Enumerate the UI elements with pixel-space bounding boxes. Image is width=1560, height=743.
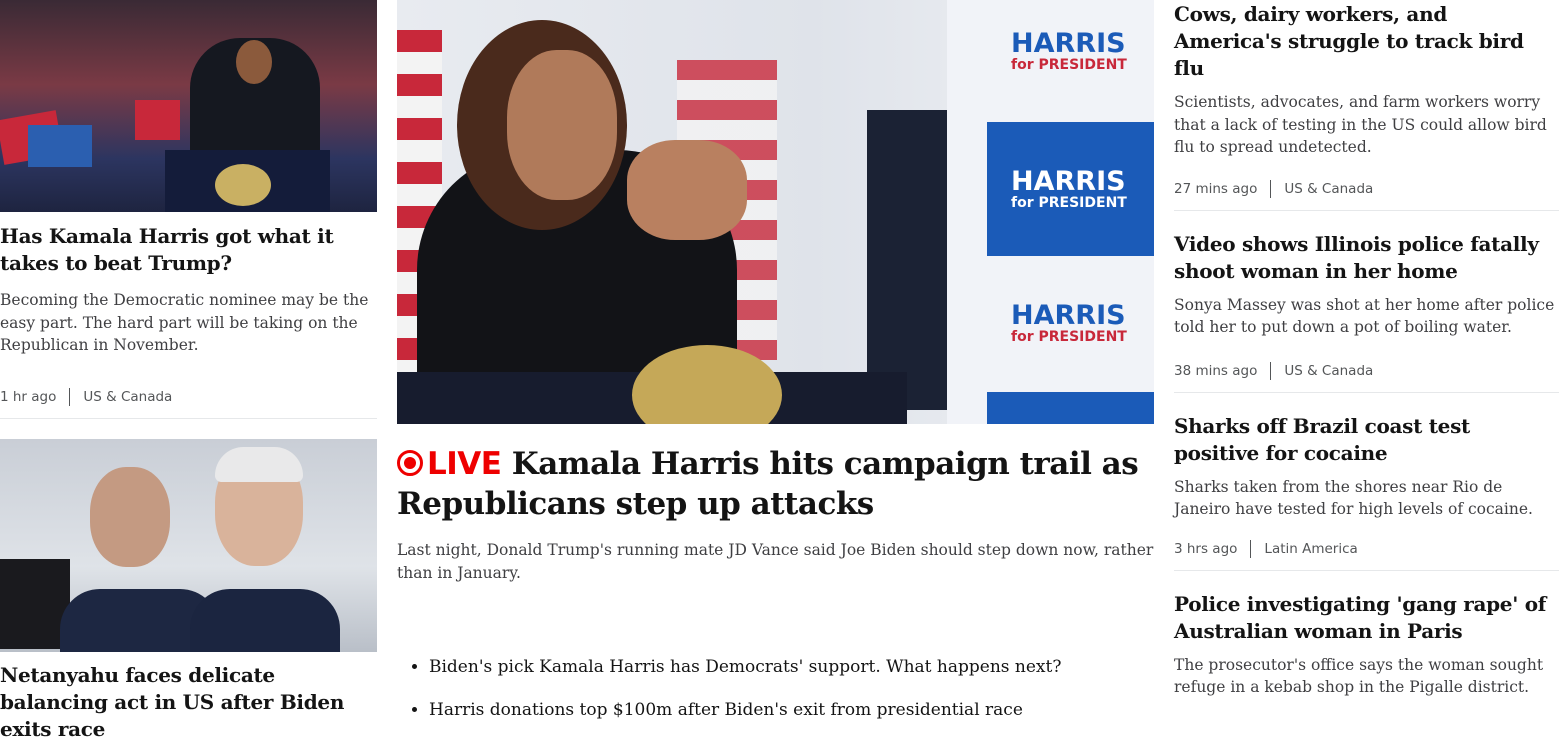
- sign-text: HARRIS for PRESIDENT: [1011, 300, 1127, 345]
- story-time: 1 hr ago: [0, 388, 57, 405]
- lead-story-headline[interactable]: LIVE Kamala Harris hits campaign trail a…: [397, 444, 1154, 524]
- story-summary: Sharks taken from the shores near Rio de…: [1174, 477, 1533, 519]
- story-title[interactable]: Police investigating 'gang rape' of Aust…: [1174, 591, 1559, 645]
- sign-text: HARRIS for PRESIDENT: [1011, 166, 1127, 211]
- lead-story-summary: Last night, Donald Trump's running mate …: [397, 541, 1154, 582]
- lead-story-title: Kamala Harris hits campaign trail as Rep…: [397, 446, 1139, 522]
- story-card[interactable]: Sharks off Brazil coast test positive fo…: [1174, 413, 1559, 559]
- story-summary: Becoming the Democratic nominee may be t…: [0, 291, 369, 354]
- story-section-link[interactable]: US & Canada: [83, 389, 172, 405]
- story-card[interactable]: Police investigating 'gang rape' of Aust…: [1174, 591, 1559, 699]
- lead-story-image[interactable]: HARRIS for PRESIDENT HARRIS for PRESIDEN…: [397, 0, 1154, 424]
- story-meta: 3 hrs ago Latin America: [1174, 539, 1559, 559]
- story-summary: Scientists, advocates, and farm workers …: [1174, 93, 1547, 156]
- story-time: 38 mins ago: [1174, 362, 1258, 379]
- story-card[interactable]: Cows, dairy workers, and America's strug…: [1174, 0, 1559, 199]
- story-meta: 27 mins ago US & Canada: [1174, 179, 1559, 199]
- story-time: 3 hrs ago: [1174, 540, 1238, 557]
- story-divider: [0, 417, 377, 419]
- story-title[interactable]: Has Kamala Harris got what it takes to b…: [0, 223, 377, 277]
- story-title[interactable]: Netanyahu faces delicate balancing act i…: [0, 662, 377, 743]
- left-column: Has Kamala Harris got what it takes to b…: [0, 0, 377, 743]
- related-link[interactable]: Harris donations top $100m after Biden's…: [429, 689, 1154, 732]
- story-title[interactable]: Video shows Illinois police fatally shoo…: [1174, 231, 1559, 285]
- live-label: LIVE: [427, 446, 502, 482]
- related-link[interactable]: Biden's pick Kamala Harris has Democrats…: [429, 646, 1154, 689]
- right-column: Cows, dairy workers, and America's strug…: [1174, 0, 1559, 699]
- story-divider: [1174, 569, 1559, 571]
- story-title[interactable]: Cows, dairy workers, and America's strug…: [1174, 1, 1559, 82]
- related-links: Biden's pick Kamala Harris has Democrats…: [397, 646, 1154, 732]
- story-section-link[interactable]: Latin America: [1264, 541, 1357, 557]
- story-time: 27 mins ago: [1174, 180, 1258, 197]
- story-meta: 1 hr ago US & Canada: [0, 387, 377, 407]
- story-card[interactable]: Netanyahu faces delicate balancing act i…: [0, 438, 377, 743]
- story-summary: Sonya Massey was shot at her home after …: [1174, 295, 1555, 337]
- story-card[interactable]: Video shows Illinois police fatally shoo…: [1174, 231, 1559, 381]
- meta-divider: [1270, 179, 1272, 198]
- story-divider: [1174, 391, 1559, 393]
- meta-divider: [1250, 539, 1252, 558]
- meta-divider: [69, 387, 71, 406]
- story-title[interactable]: Sharks off Brazil coast test positive fo…: [1174, 413, 1559, 467]
- story-image-harris-rally[interactable]: [0, 0, 377, 212]
- story-section-link[interactable]: US & Canada: [1284, 181, 1373, 197]
- lead-story: HARRIS for PRESIDENT HARRIS for PRESIDEN…: [397, 0, 1154, 732]
- story-meta: 38 mins ago US & Canada: [1174, 361, 1559, 381]
- story-section-link[interactable]: US & Canada: [1284, 363, 1373, 379]
- story-card[interactable]: Has Kamala Harris got what it takes to b…: [0, 0, 377, 407]
- story-image-netanyahu-biden[interactable]: [0, 438, 377, 652]
- meta-divider: [1270, 361, 1272, 380]
- story-summary: The prosecutor's office says the woman s…: [1174, 655, 1544, 697]
- sign-text: HARRIS for PRESIDENT: [1011, 28, 1127, 73]
- story-divider: [1174, 209, 1559, 211]
- live-icon: [397, 450, 423, 476]
